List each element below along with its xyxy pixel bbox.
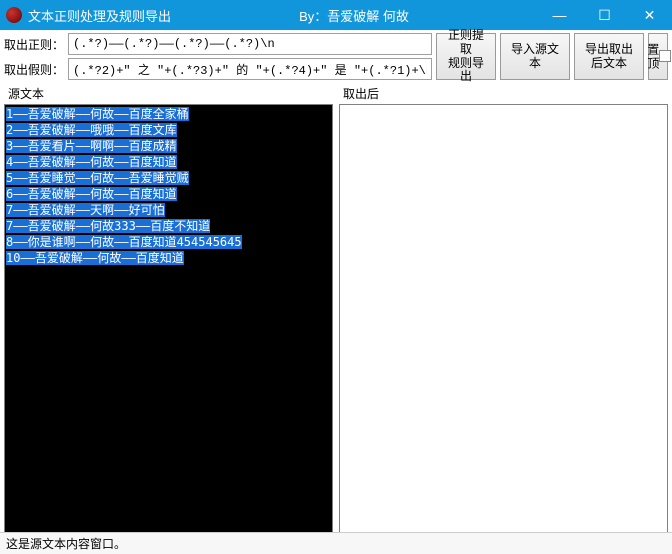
fake-label: 取出假则：	[4, 61, 64, 78]
source-line: 4——吾爱破解——何故——百度知道	[6, 155, 177, 169]
source-textarea[interactable]: 1——吾爱破解——何故——百度全家桶 2——吾爱破解——哦哦——百度文库 3——吾爱…	[4, 104, 333, 534]
source-line: 1——吾爱破解——何故——百度全家桶	[6, 107, 189, 121]
source-line: 7——吾爱破解——何故333——百度不知道	[6, 219, 210, 233]
result-textarea[interactable]	[339, 104, 668, 534]
source-line: 8——你是谁啊——何故——百度知道454545645	[6, 235, 242, 249]
regex-extract-export-button[interactable]: 正则提取规则导出	[436, 33, 496, 80]
btn-main-line1: 正则提取规则导出	[443, 29, 489, 84]
title-by: By：吾爱破解 何故	[171, 6, 537, 25]
titlebar: 文本正则处理及规则导出 By：吾爱破解 何故 — ☐ ✕	[0, 0, 672, 30]
toolbar: 取出正则： 取出假则： 正则提取规则导出 导入源文本 导出取出后文本 置顶	[0, 30, 672, 83]
result-pane-label: 取出后	[339, 83, 668, 104]
extract-regex-input[interactable]	[68, 33, 432, 55]
result-pane: 取出后	[339, 83, 668, 534]
maximize-button[interactable]: ☐	[582, 0, 627, 30]
source-line: 2——吾爱破解——哦哦——百度文库	[6, 123, 177, 137]
export-result-button[interactable]: 导出取出后文本	[574, 33, 644, 80]
extract-label: 取出正则：	[4, 36, 64, 53]
source-pane: 源文本 1——吾爱破解——何故——百度全家桶 2——吾爱破解——哦哦——百度文库 3…	[4, 83, 333, 534]
status-text: 这是源文本内容窗口。	[6, 535, 126, 552]
source-lines: 1——吾爱破解——何故——百度全家桶 2——吾爱破解——哦哦——百度文库 3——吾爱…	[6, 106, 331, 266]
fake-regex-input[interactable]	[68, 58, 432, 80]
source-line: 3——吾爱看片——啊啊——百度成精	[6, 139, 177, 153]
extract-row: 取出正则：	[4, 33, 432, 55]
toolbar-inputs: 取出正则： 取出假则：	[4, 33, 432, 80]
window-buttons: — ☐ ✕	[537, 0, 672, 30]
close-button[interactable]: ✕	[627, 0, 672, 30]
app-title: 文本正则处理及规则导出	[28, 6, 171, 25]
source-line: 7——吾爱破解——天啊——好可怕	[6, 203, 165, 217]
import-source-button[interactable]: 导入源文本	[500, 33, 570, 80]
statusbar: 这是源文本内容窗口。	[0, 532, 672, 554]
source-line: 10——吾爱破解——何故——百度知道	[6, 251, 184, 265]
always-on-top-toggle[interactable]: 置顶	[648, 33, 668, 80]
toolbar-buttons: 正则提取规则导出 导入源文本 导出取出后文本 置顶	[436, 33, 668, 80]
minimize-button[interactable]: —	[537, 0, 582, 30]
app-icon	[6, 7, 22, 23]
top-checkbox-icon	[659, 50, 671, 62]
top-label: 置顶	[645, 43, 659, 71]
source-line: 5——吾爱睡觉——何故——吾爱睡觉贼	[6, 171, 189, 185]
panes: 源文本 1——吾爱破解——何故——百度全家桶 2——吾爱破解——哦哦——百度文库 3…	[0, 83, 672, 534]
fake-row: 取出假则：	[4, 58, 432, 80]
source-pane-label: 源文本	[4, 83, 333, 104]
source-line: 6——吾爱破解——何故——百度知道	[6, 187, 177, 201]
